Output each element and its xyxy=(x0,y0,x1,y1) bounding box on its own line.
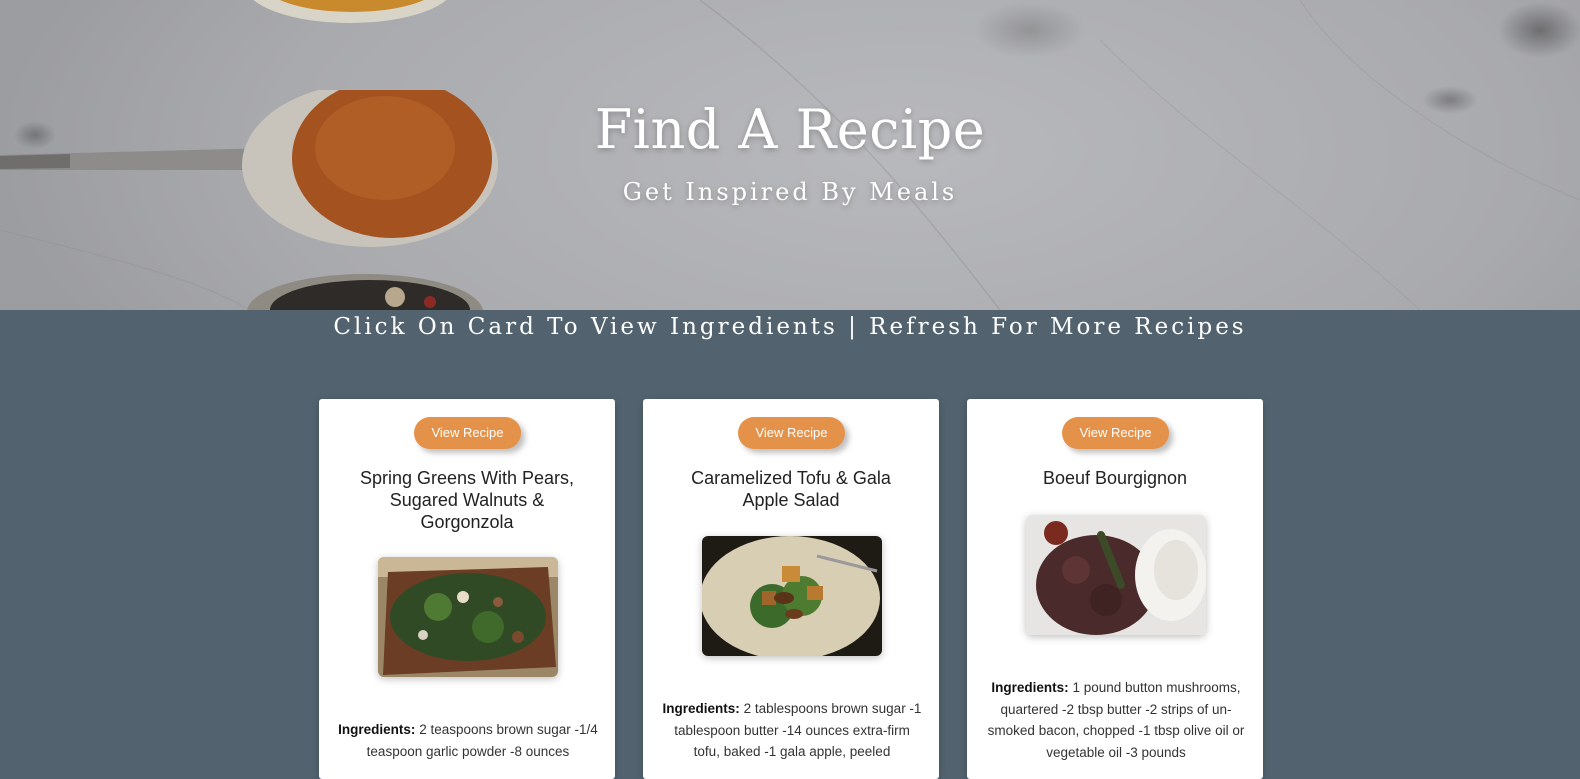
recipe-card-1[interactable]: View Recipe Spring Greens With Pears, Su… xyxy=(319,399,615,779)
recipe-image xyxy=(378,557,558,677)
recipe-title: Boeuf Bourgignon xyxy=(1042,468,1188,488)
recipe-card-3[interactable]: View Recipe Boeuf Bourgignon Ingredients… xyxy=(967,399,1263,779)
hero-banner: Find A Recipe Get Inspired By Meals xyxy=(0,0,1580,310)
instructions-text: Click On Card To View Ingredients | Refr… xyxy=(333,314,1247,340)
page-subtitle: Get Inspired By Meals xyxy=(622,178,958,206)
recipe-image xyxy=(1026,515,1206,635)
recipe-ingredients: Ingredients: 1 pound button mushrooms, q… xyxy=(985,677,1247,763)
page-title: Find A Recipe xyxy=(594,98,986,161)
recipe-ingredients: Ingredients: 2 tablespoons brown sugar -… xyxy=(661,698,923,763)
view-recipe-button[interactable]: View Recipe xyxy=(1062,417,1169,449)
recipe-title: Caramelized Tofu & Gala Apple Salad xyxy=(691,468,891,510)
ingredients-label: Ingredients: xyxy=(662,701,740,716)
spice-spoon-top-image xyxy=(253,0,447,23)
recipe-ingredients: Ingredients: 2 teaspoons brown sugar -1/… xyxy=(337,719,599,762)
ingredients-label: Ingredients: xyxy=(338,722,416,737)
recipe-title: Spring Greens With Pears, Sugared Walnut… xyxy=(359,468,575,532)
view-recipe-button[interactable]: View Recipe xyxy=(414,417,521,449)
spice-spoon-bottom-image xyxy=(247,274,483,310)
ingredients-label: Ingredients: xyxy=(991,680,1069,695)
view-recipe-button[interactable]: View Recipe xyxy=(738,417,845,449)
recipe-image xyxy=(702,536,882,656)
recipe-card-2[interactable]: View Recipe Caramelized Tofu & Gala Appl… xyxy=(643,399,939,779)
